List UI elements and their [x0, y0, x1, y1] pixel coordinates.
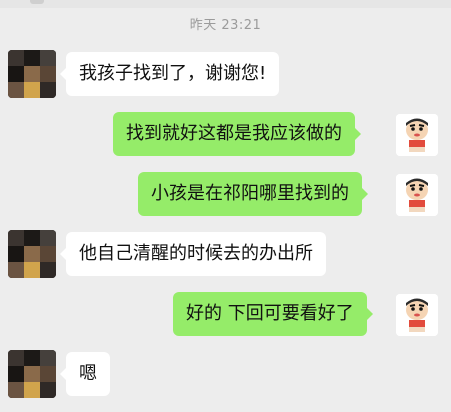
self-avatar[interactable]	[396, 294, 438, 336]
self-avatar[interactable]	[396, 174, 438, 216]
contact-avatar[interactable]	[8, 50, 56, 98]
self-avatar[interactable]	[396, 114, 438, 156]
crayon-shinchan-avatar-icon	[396, 114, 438, 156]
top-edge	[0, 0, 451, 8]
message-bubble-outgoing[interactable]: 小孩是在祁阳哪里找到的	[138, 172, 368, 216]
top-edge-mark	[30, 0, 44, 4]
message-bubble-outgoing[interactable]: 好的 下回可要看好了	[173, 292, 373, 336]
crayon-shinchan-avatar-icon	[396, 294, 438, 336]
message-bubble-outgoing[interactable]: 找到就好这都是我应该做的	[113, 112, 361, 156]
pixelated-avatar-icon	[8, 350, 56, 398]
contact-avatar[interactable]	[8, 350, 56, 398]
contact-avatar[interactable]	[8, 230, 56, 278]
message-bubble-incoming[interactable]: 嗯	[60, 352, 110, 396]
timestamp: 昨天 23:21	[189, 18, 262, 33]
crayon-shinchan-avatar-icon	[396, 174, 438, 216]
pixelated-avatar-icon	[8, 50, 56, 98]
message-bubble-incoming[interactable]: 他自己清醒的时候去的办出所	[60, 232, 326, 276]
pixelated-avatar-icon	[8, 230, 56, 278]
message-bubble-incoming[interactable]: 我孩子找到了，谢谢您!	[59, 52, 280, 96]
